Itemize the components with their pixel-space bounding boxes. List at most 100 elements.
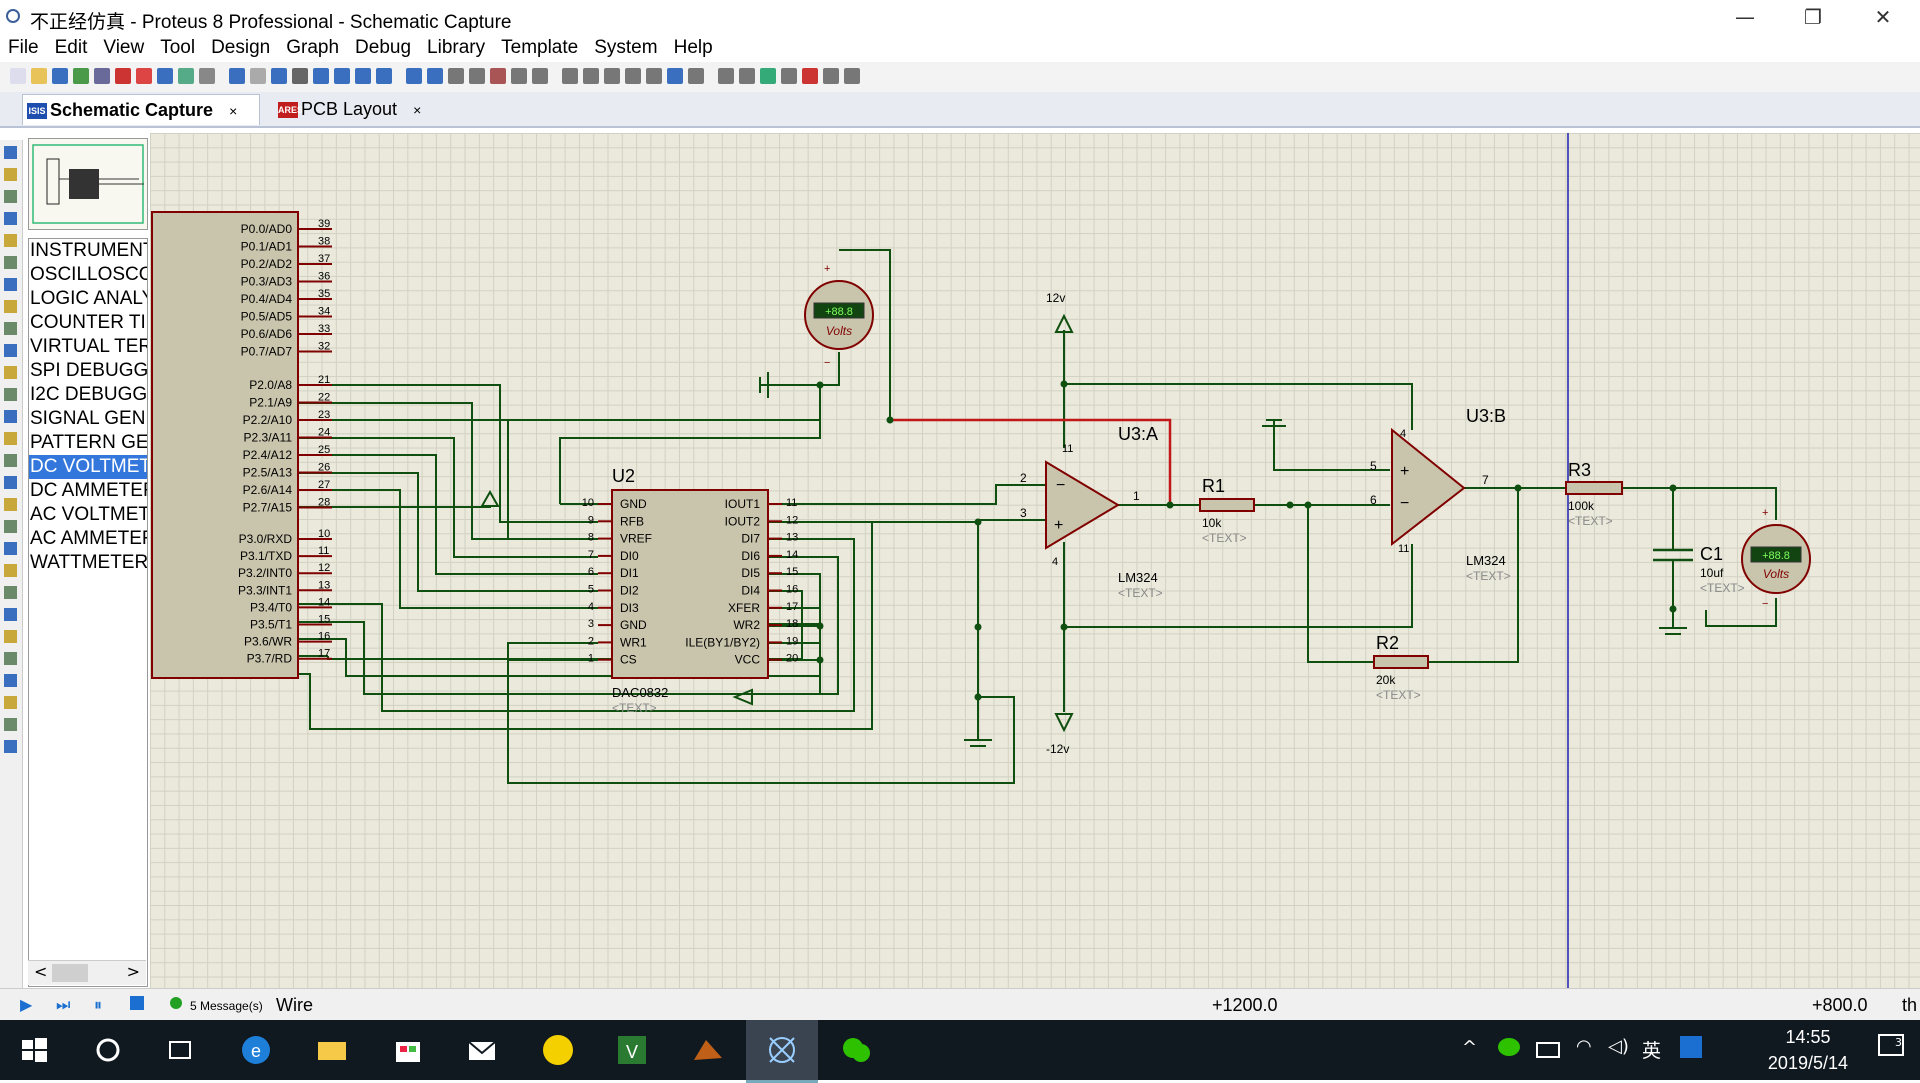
toolbar-button-icon[interactable] xyxy=(136,68,152,84)
toolbar-button-icon[interactable] xyxy=(292,68,308,84)
wechat-icon[interactable] xyxy=(838,1032,874,1068)
toolbar-button-icon[interactable] xyxy=(688,68,704,84)
device-list-scrollbar[interactable]: < > xyxy=(28,960,146,985)
toolbar-button-icon[interactable] xyxy=(313,68,329,84)
network-icon[interactable]: ◠ xyxy=(1576,1036,1592,1057)
toolbar-button-icon[interactable] xyxy=(94,68,110,84)
battery-icon[interactable] xyxy=(1536,1042,1560,1058)
toolbar-button-icon[interactable] xyxy=(376,68,392,84)
resistor-r1[interactable] xyxy=(1199,498,1255,512)
task-view-icon[interactable] xyxy=(162,1032,198,1068)
toolbar-button-icon[interactable] xyxy=(760,68,776,84)
play-icon[interactable]: ▶ xyxy=(20,995,32,1014)
toolbar-button-icon[interactable] xyxy=(625,68,641,84)
mode-tool-icon[interactable] xyxy=(4,520,17,533)
opamp-u3b[interactable] xyxy=(1391,427,1466,547)
file-explorer-icon[interactable] xyxy=(314,1032,350,1068)
mode-tool-icon[interactable] xyxy=(4,366,17,379)
device-list-item[interactable]: OSCILLOSCOPE xyxy=(29,263,147,287)
device-list-item[interactable]: DC VOLTMETER xyxy=(29,455,147,479)
toolbar-button-icon[interactable] xyxy=(427,68,443,84)
proteus-taskbar-button[interactable] xyxy=(746,1020,818,1083)
mode-tool-icon[interactable] xyxy=(4,476,17,489)
device-list-item[interactable]: I2C DEBUGGER xyxy=(29,383,147,407)
dc-voltmeter-2[interactable]: +88.8 Volts + − xyxy=(1741,507,1811,610)
toolbar-button-icon[interactable] xyxy=(667,68,683,84)
toolbar-button-icon[interactable] xyxy=(532,68,548,84)
device-list-item[interactable]: SPI DEBUGGER xyxy=(29,359,147,383)
mode-tool-icon[interactable] xyxy=(4,630,17,643)
toolbar-button-icon[interactable] xyxy=(334,68,350,84)
resistor-r2[interactable] xyxy=(1373,655,1429,669)
tray-chevron-icon[interactable]: ^ xyxy=(1462,1037,1477,1058)
toolbar-button-icon[interactable] xyxy=(157,68,173,84)
restore-button[interactable]: ❐ xyxy=(1778,0,1848,34)
scroll-thumb[interactable] xyxy=(52,964,88,982)
mode-tool-icon[interactable] xyxy=(4,168,17,181)
mode-tool-icon[interactable] xyxy=(4,344,17,357)
toolbar-button-icon[interactable] xyxy=(229,68,245,84)
minimize-button[interactable]: — xyxy=(1710,0,1780,34)
user-tray-icon[interactable] xyxy=(1680,1036,1702,1058)
toolbar-button-icon[interactable] xyxy=(115,68,131,84)
mode-tool-icon[interactable] xyxy=(4,542,17,555)
mode-tool-icon[interactable] xyxy=(4,696,17,709)
overview-window[interactable] xyxy=(28,138,148,230)
menu-tool[interactable]: Tool xyxy=(152,34,203,62)
device-list-item[interactable]: LOGIC ANALYSER xyxy=(29,287,147,311)
clock[interactable]: 14:55 2019/5/14 xyxy=(1768,1024,1848,1076)
mode-tool-icon[interactable] xyxy=(4,498,17,511)
matlab-icon[interactable] xyxy=(690,1032,726,1068)
device-list-item[interactable]: SIGNAL GENERATOR xyxy=(29,407,147,431)
message-count[interactable]: 5 Message(s) xyxy=(190,999,263,1013)
toolbar-button-icon[interactable] xyxy=(178,68,194,84)
toolbar-button-icon[interactable] xyxy=(781,68,797,84)
toolbar-button-icon[interactable] xyxy=(604,68,620,84)
mode-tool-icon[interactable] xyxy=(4,718,17,731)
toolbar-button-icon[interactable] xyxy=(10,68,26,84)
menu-system[interactable]: System xyxy=(586,34,665,62)
stop-icon[interactable] xyxy=(130,996,144,1010)
mode-tool-icon[interactable] xyxy=(4,432,17,445)
menu-design[interactable]: Design xyxy=(203,34,278,62)
toolbar-button-icon[interactable] xyxy=(271,68,287,84)
toolbar-button-icon[interactable] xyxy=(355,68,371,84)
device-list-item[interactable]: AC VOLTMETER xyxy=(29,503,147,527)
notification-icon[interactable]: 3 xyxy=(1878,1034,1904,1056)
toolbar-button-icon[interactable] xyxy=(646,68,662,84)
toolbar-button-icon[interactable] xyxy=(823,68,839,84)
device-list-item[interactable]: INSTRUMENTS xyxy=(29,239,147,263)
toolbar-button-icon[interactable] xyxy=(52,68,68,84)
mode-tool-icon[interactable] xyxy=(4,300,17,313)
schematic-canvas[interactable]: P0.0/AD0 39 P0.1/AD1 38 P0.2/AD2 37 P0.3/AD3 36… xyxy=(150,133,1920,988)
mode-tool-icon[interactable] xyxy=(4,322,17,335)
volume-icon[interactable]: ◁) xyxy=(1608,1036,1629,1057)
tray-wechat-icon[interactable] xyxy=(1498,1038,1520,1056)
menu-file[interactable]: File xyxy=(0,34,47,62)
toolbar-button-icon[interactable] xyxy=(406,68,422,84)
toolbar-button-icon[interactable] xyxy=(583,68,599,84)
close-tab-icon[interactable]: × xyxy=(229,103,237,119)
tab-pcb-layout[interactable]: ARESPCB Layout × xyxy=(274,94,436,124)
mode-tool-icon[interactable] xyxy=(4,608,17,621)
mode-tool-icon[interactable] xyxy=(4,278,17,291)
menu-graph[interactable]: Graph xyxy=(278,34,347,62)
tab-schematic-capture[interactable]: ISIS Schematic Capture × xyxy=(22,94,260,125)
toolbar-button-icon[interactable] xyxy=(490,68,506,84)
toolbar-button-icon[interactable] xyxy=(562,68,578,84)
toolbar-button-icon[interactable] xyxy=(739,68,755,84)
toolbar-button-icon[interactable] xyxy=(802,68,818,84)
mode-tool-icon[interactable] xyxy=(4,586,17,599)
menu-edit[interactable]: Edit xyxy=(47,34,96,62)
scroll-right-icon[interactable]: > xyxy=(127,962,140,981)
menu-template[interactable]: Template xyxy=(493,34,586,62)
close-tab-icon[interactable]: × xyxy=(413,102,421,118)
mode-tool-icon[interactable] xyxy=(4,256,17,269)
windows-start-icon[interactable] xyxy=(16,1032,52,1068)
mode-tool-icon[interactable] xyxy=(4,564,17,577)
close-button[interactable]: ✕ xyxy=(1848,0,1918,34)
device-list-item[interactable]: DC AMMETER xyxy=(29,479,147,503)
toolbar-button-icon[interactable] xyxy=(199,68,215,84)
mode-tool-icon[interactable] xyxy=(4,674,17,687)
mode-tool-icon[interactable] xyxy=(4,652,17,665)
